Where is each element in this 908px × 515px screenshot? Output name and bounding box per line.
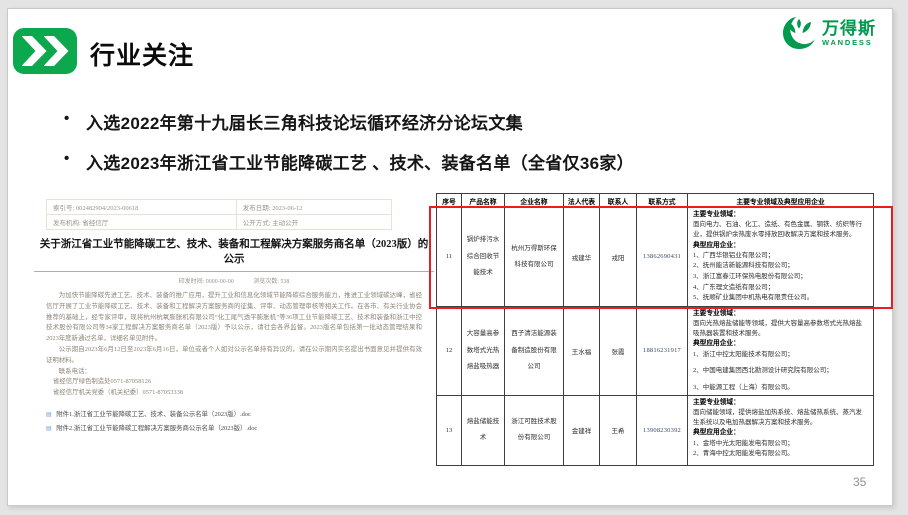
brand-name-en: WANDESS: [822, 38, 876, 47]
doc-paragraph: 公示期自2023年6月12日至2023年6月16日，单位或者个人如对公示名单持有…: [46, 345, 422, 367]
cell-contact: 张霞: [600, 306, 637, 395]
doc-paragraph: 联系电话：: [46, 367, 422, 378]
cell-product: 大容量高参数塔式光热熔盐吸热器: [462, 306, 505, 395]
table-header-row: 序号 产品名称 企业名称 法人代表 联系人 联系方式 主要专业领域及典型应用企业: [437, 194, 874, 208]
brand-logo: 万得斯 WANDESS: [781, 16, 876, 50]
attachment-link-2[interactable]: ▤ 附件2.浙江省工业节能降碳工程解决方案服务商公示名单（2023版）.doc: [46, 423, 422, 435]
client-line: 1、金塔中光太阳能发电有限公司；: [693, 439, 868, 449]
cell-contact: 王希: [600, 395, 637, 465]
domain-text: 面向光热熔盐储能等领域，提供大容量高参数塔式光热熔盐吸热器装置和技术服务。: [693, 319, 868, 339]
doc-paragraph: 为加快节能降碳先进工艺、技术、装备的推广应用，提升工业和信息化领域节能降碳综合服…: [46, 291, 422, 345]
col-header-company: 企业名称: [505, 194, 564, 208]
cell-company: 杭州万得斯环保科技有限公司: [505, 208, 564, 307]
cell-phone: 13908230392: [637, 395, 688, 465]
attachment-text: 附件1.浙江省工业节能降碳工艺、技术、装备公示名单（2023版）.doc: [56, 411, 251, 418]
double-chevron-icon: [13, 28, 77, 74]
doc-paragraph: 省经信厅机关党委（机关纪委）0571-87053338: [46, 388, 422, 399]
cell-phone: 18816231917: [637, 306, 688, 395]
doc-meta-method: 公开方式: 主动公开: [236, 215, 391, 230]
cell-product: 锅炉排污水综合回收节能技术: [462, 208, 505, 307]
divider: [34, 271, 434, 272]
doc-file-icon: ▤: [46, 412, 52, 418]
col-header-contact: 联系人: [600, 194, 637, 208]
client-line: 3、中能源工程（上海）有限公司。: [693, 383, 868, 393]
cell-company: 浙江可胜技术股份有限公司: [505, 395, 564, 465]
slide-canvas: 行业关注 万得斯 WANDESS • 入选2022年第十九届长三角科技论坛循环经…: [7, 8, 893, 506]
cell-legal: 王水福: [564, 306, 600, 395]
page-title: 行业关注: [90, 36, 194, 72]
client-line: 2、中国电建集团西北勘测设计研究院有限公司；: [693, 366, 868, 376]
table-row: 11 锅炉排污水综合回收节能技术 杭州万得斯环保科技有限公司 戎建华 戎阳 13…: [437, 208, 874, 307]
cell-detail: 主要专业领域： 面向电力、石油、化工、造纸、有色金属、钢铁、纺织等行业，提供锅炉…: [688, 208, 874, 307]
clients-label: 典型应用企业：: [693, 339, 868, 349]
cell-legal: 金建祥: [564, 395, 600, 465]
doc-meta-index: 索引号: 002482904/2023-00618: [47, 200, 237, 215]
col-header-legal: 法人代表: [564, 194, 600, 208]
chevron-right-icon: [44, 36, 69, 66]
doc-title: 关于浙江省工业节能降碳工艺、技术、装备和工程解决方案服务商名单（2023版）的公…: [36, 237, 432, 267]
wandess-leaf-icon: [781, 16, 817, 50]
cell-phone: 13862690431: [637, 208, 688, 307]
domain-label: 主要专业领域：: [693, 309, 868, 319]
doc-meta-table: 索引号: 002482904/2023-00618 发布日期: 2023-06-…: [46, 199, 392, 230]
client-line: 3、浙江富春江环保热电股份有限公司；: [693, 272, 868, 282]
clients-label: 典型应用企业：: [693, 241, 868, 251]
announcement-document: 索引号: 002482904/2023-00618 发布日期: 2023-06-…: [32, 199, 436, 469]
col-header-detail: 主要专业领域及典型应用企业: [688, 194, 874, 208]
clients-list: 1、金塔中光太阳能发电有限公司；2、青海中控太阳能发电有限公司。: [693, 439, 868, 460]
cell-seq: 12: [437, 306, 462, 395]
doc-views-info: 浏览次数: 538: [253, 279, 289, 285]
doc-meta-date: 发布日期: 2023-06-12: [236, 200, 391, 215]
chevron-right-icon: [22, 36, 47, 66]
page-number: 35: [853, 475, 866, 489]
cell-seq: 13: [437, 395, 462, 465]
client-line: 4、广东理文造纸有限公司；: [693, 283, 868, 293]
brand-name: 万得斯 WANDESS: [822, 20, 876, 47]
domain-label: 主要专业领域：: [693, 398, 868, 408]
bullet-item: • 入选2023年浙江省工业节能降碳工艺 、技术、装备名单（全省仅36家）: [64, 149, 724, 174]
clients-label: 典型应用企业：: [693, 428, 868, 438]
doc-print-views: 印发时间: 0000-00-00 浏览次数: 538: [32, 276, 436, 285]
client-line: 1、广西华银铝业有限公司；: [693, 251, 868, 261]
client-line: 2、青海中控太阳能发电有限公司。: [693, 449, 868, 459]
bullet-list: • 入选2022年第十九届长三角科技论坛循环经济分论坛文集 • 入选2023年浙…: [64, 109, 724, 189]
col-header-product: 产品名称: [462, 194, 505, 208]
cell-detail: 主要专业领域： 面向储能领域，提供熔盐加热系统、熔盐储热系统、蒸汽发生系统以及电…: [688, 395, 874, 465]
doc-body: 为加快节能降碳先进工艺、技术、装备的推广应用，提升工业和信息化领域节能降碳综合服…: [46, 291, 422, 435]
cell-contact: 戎阳: [600, 208, 637, 307]
cell-product: 熔盐储能技术: [462, 395, 505, 465]
bullet-dot-icon: •: [64, 149, 86, 174]
bullet-text: 入选2023年浙江省工业节能降碳工艺 、技术、装备名单（全省仅36家）: [86, 149, 634, 174]
domain-text: 面向储能领域，提供熔盐加热系统、熔盐储热系统、蒸汽发生系统以及电加热器解决方案和…: [693, 408, 868, 428]
cell-company: 西子清洁能源装备制造股份有限公司: [505, 306, 564, 395]
doc-paragraph: 省经信厅绿色制造处0571-87058126: [46, 377, 422, 388]
domain-text: 面向电力、石油、化工、造纸、有色金属、钢铁、纺织等行业，提供锅炉余热废水零排放回…: [693, 220, 868, 240]
bullet-dot-icon: •: [64, 109, 86, 134]
clients-list: 1、广西华银铝业有限公司；2、抚州能洁新能源科技有限公司；3、浙江富春江环保热电…: [693, 251, 868, 303]
doc-file-icon: ▤: [46, 426, 52, 432]
client-line: 1、浙江中控太阳能技术有限公司；: [693, 350, 868, 360]
cell-seq: 11: [437, 208, 462, 307]
domain-label: 主要专业领域：: [693, 210, 868, 220]
client-line: 2、抚州能洁新能源科技有限公司；: [693, 261, 868, 271]
company-table: 序号 产品名称 企业名称 法人代表 联系人 联系方式 主要专业领域及典型应用企业…: [436, 193, 874, 466]
attachment-text: 附件2.浙江省工业节能降碳工程解决方案服务商公示名单（2023版）.doc: [56, 425, 257, 432]
table-row: 12 大容量高参数塔式光热熔盐吸热器 西子清洁能源装备制造股份有限公司 王水福 …: [437, 306, 874, 395]
doc-meta-agency: 发布机构: 省经信厅: [47, 215, 237, 230]
doc-print-info: 印发时间: 0000-00-00: [179, 279, 234, 285]
cell-detail: 主要专业领域： 面向光热熔盐储能等领域，提供大容量高参数塔式光热熔盐吸热器装置和…: [688, 306, 874, 395]
client-line: 5、抚顺矿业集团中机热电有限责任公司。: [693, 293, 868, 303]
attachment-link-1[interactable]: ▤ 附件1.浙江省工业节能降碳工艺、技术、装备公示名单（2023版）.doc: [46, 409, 422, 421]
bullet-text: 入选2022年第十九届长三角科技论坛循环经济分论坛文集: [86, 109, 523, 134]
col-header-seq: 序号: [437, 194, 462, 208]
cell-legal: 戎建华: [564, 208, 600, 307]
bullet-item: • 入选2022年第十九届长三角科技论坛循环经济分论坛文集: [64, 109, 724, 134]
table-row: 13 熔盐储能技术 浙江可胜技术股份有限公司 金建祥 王希 1390823039…: [437, 395, 874, 465]
col-header-phone: 联系方式: [637, 194, 688, 208]
brand-name-cn: 万得斯: [822, 20, 876, 38]
clients-list: 1、浙江中控太阳能技术有限公司； 2、中国电建集团西北勘测设计研究院有限公司； 3、…: [693, 350, 868, 393]
